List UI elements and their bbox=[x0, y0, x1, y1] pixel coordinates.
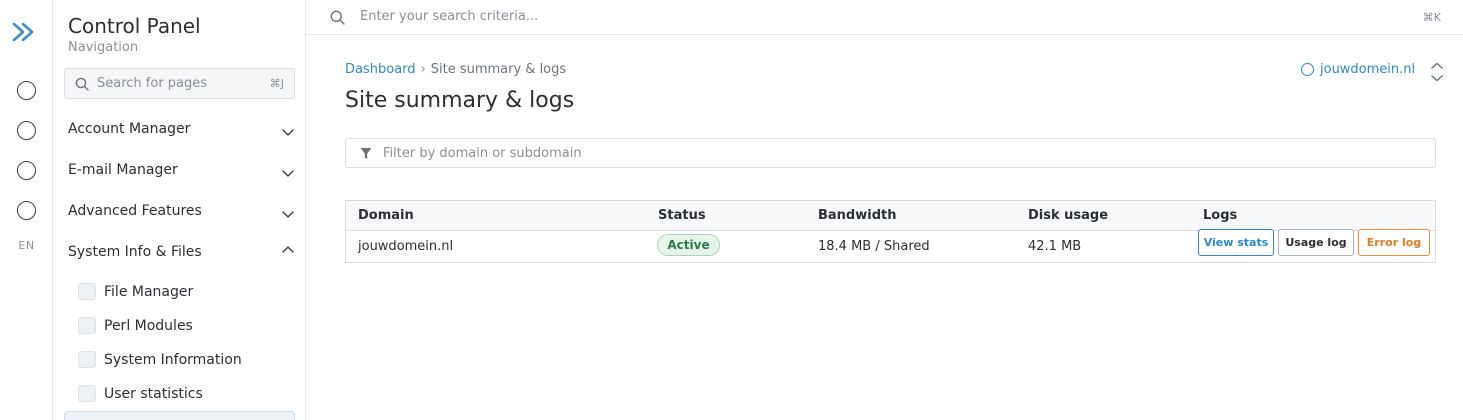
sidebar-title: Control Panel bbox=[68, 14, 201, 38]
cell-domain: jouwdomein.nl bbox=[358, 239, 454, 254]
sidebar-subtitle: Navigation bbox=[68, 40, 139, 55]
usage-log-button[interactable]: Usage log bbox=[1278, 229, 1354, 256]
search-icon bbox=[330, 10, 345, 25]
global-search-bar[interactable]: Enter your search criteria... ⌘K bbox=[306, 0, 1463, 35]
globe-icon bbox=[1301, 63, 1314, 76]
page-title: Site summary & logs bbox=[345, 88, 575, 113]
rail-nav-icon-4[interactable] bbox=[17, 201, 36, 220]
global-search-placeholder: Enter your search criteria... bbox=[360, 9, 539, 24]
chevron-down-icon bbox=[282, 129, 294, 136]
sidebar-item-label: System Info & Files bbox=[68, 244, 202, 260]
rail-nav-icon-1[interactable] bbox=[17, 81, 36, 100]
sidebar-item-account-manager[interactable]: Account Manager bbox=[68, 121, 298, 145]
domain-selector-value: jouwdomein.nl bbox=[1320, 62, 1416, 77]
global-search-shortcut: ⌘K bbox=[1422, 11, 1441, 24]
view-stats-button[interactable]: View stats bbox=[1198, 229, 1274, 256]
domain-filter-input[interactable]: Filter by domain or subdomain bbox=[345, 138, 1436, 168]
sidebar: Control Panel Navigation Search for page… bbox=[53, 0, 306, 420]
cell-bandwidth: 18.4 MB / Shared bbox=[818, 239, 930, 254]
column-header-domain: Domain bbox=[358, 208, 414, 223]
cell-disk-usage: 42.1 MB bbox=[1028, 239, 1082, 254]
sidebar-item-label: Advanced Features bbox=[68, 203, 202, 219]
column-header-bandwidth: Bandwidth bbox=[818, 208, 897, 223]
column-header-status: Status bbox=[658, 208, 706, 223]
sidebar-subitem-label: User statistics bbox=[104, 386, 203, 402]
sidebar-search-input[interactable]: Search for pages ⌘J bbox=[64, 68, 295, 99]
sidebar-subitem-label: System Information bbox=[104, 352, 242, 368]
icon-rail: EN bbox=[0, 0, 53, 420]
chevron-down-icon bbox=[282, 211, 294, 218]
table-row: jouwdomein.nl Active 18.4 MB / Shared 42… bbox=[346, 229, 1435, 263]
language-switcher[interactable]: EN bbox=[0, 239, 53, 252]
sidebar-subitem-label: Perl Modules bbox=[104, 318, 193, 334]
chevron-up-down-icon[interactable] bbox=[1430, 62, 1444, 82]
chevron-up-icon bbox=[282, 246, 294, 253]
sidebar-search-placeholder: Search for pages bbox=[97, 76, 208, 91]
sidebar-item-advanced-features[interactable]: Advanced Features bbox=[68, 203, 298, 227]
search-icon bbox=[75, 77, 89, 91]
module-icon bbox=[78, 317, 96, 334]
file-icon bbox=[78, 283, 96, 300]
error-log-button[interactable]: Error log bbox=[1358, 229, 1430, 256]
sidebar-subitem-active[interactable] bbox=[64, 411, 295, 420]
double-chevron-logo-icon[interactable] bbox=[10, 18, 38, 46]
sidebar-item-email-manager[interactable]: E-mail Manager bbox=[68, 162, 298, 186]
sidebar-item-label: E-mail Manager bbox=[68, 162, 178, 178]
breadcrumb-current: Site summary & logs bbox=[430, 62, 567, 77]
info-icon bbox=[78, 351, 96, 368]
sidebar-item-system-info-files[interactable]: System Info & Files bbox=[68, 244, 298, 268]
sidebar-search-shortcut: ⌘J bbox=[269, 77, 284, 90]
column-header-logs: Logs bbox=[1203, 208, 1238, 223]
sidebar-subitem-label: File Manager bbox=[104, 284, 194, 300]
breadcrumb-separator: › bbox=[420, 62, 426, 77]
table-header: Domain Status Bandwidth Disk usage Logs bbox=[346, 201, 1435, 231]
breadcrumb: Dashboard › Site summary & logs bbox=[345, 62, 566, 77]
chevron-down-icon bbox=[282, 170, 294, 177]
domain-filter-placeholder: Filter by domain or subdomain bbox=[383, 146, 582, 161]
rail-nav-icon-2[interactable] bbox=[17, 121, 36, 140]
stats-icon bbox=[78, 385, 96, 402]
sidebar-item-label: Account Manager bbox=[68, 121, 191, 137]
filter-icon bbox=[360, 148, 372, 159]
rail-nav-icon-3[interactable] bbox=[17, 161, 36, 180]
status-badge: Active bbox=[657, 234, 720, 256]
breadcrumb-dashboard-link[interactable]: Dashboard bbox=[345, 62, 416, 77]
domains-table: Domain Status Bandwidth Disk usage Logs … bbox=[345, 200, 1436, 263]
column-header-disk-usage: Disk usage bbox=[1028, 208, 1109, 223]
